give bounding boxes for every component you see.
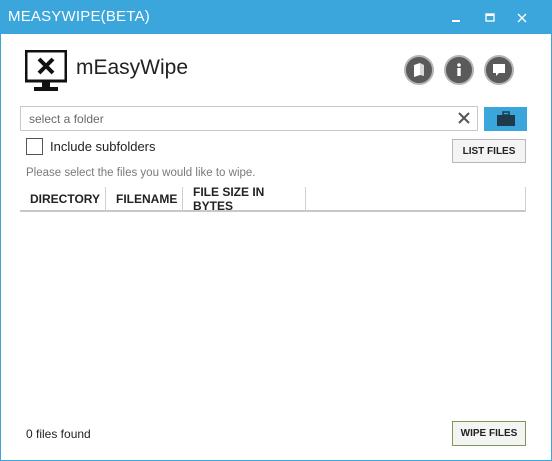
- folder-field[interactable]: [20, 106, 478, 131]
- column-header-file-size[interactable]: FILE SIZE IN BYTES: [183, 185, 306, 213]
- column-header-directory[interactable]: DIRECTORY: [20, 187, 106, 210]
- instruction-text: Please select the files you would like t…: [26, 167, 256, 179]
- feedback-button[interactable]: [484, 55, 514, 85]
- title-bar[interactable]: MEASYWIPE(BETA): [1, 1, 551, 34]
- files-found-status: 0 files found: [26, 427, 91, 441]
- help-book-button[interactable]: [404, 55, 434, 85]
- maximize-icon: [485, 13, 495, 22]
- table-border-right: [525, 187, 526, 212]
- list-files-button[interactable]: LIST FILES: [452, 139, 526, 163]
- minimize-button[interactable]: [443, 5, 469, 31]
- monitor-x-icon: [24, 49, 68, 92]
- wipe-files-button[interactable]: WIPE FILES: [452, 421, 526, 446]
- app-window: MEASYWIPE(BETA) mEasyWipe select a folde…: [0, 0, 552, 461]
- close-icon: [458, 112, 470, 124]
- info-button[interactable]: [444, 55, 474, 85]
- app-title: mEasyWipe: [76, 56, 189, 79]
- include-subfolders-checkbox[interactable]: [26, 138, 43, 155]
- briefcase-icon: [496, 111, 515, 126]
- file-table-header: DIRECTORY FILENAME FILE SIZE IN BYTES: [20, 185, 526, 213]
- file-table-body[interactable]: [20, 212, 526, 412]
- book-icon: [414, 63, 424, 77]
- info-icon: [457, 63, 461, 76]
- folder-input[interactable]: [21, 107, 449, 130]
- browse-folder-button[interactable]: [484, 107, 527, 131]
- column-header-filename[interactable]: FILENAME: [106, 187, 183, 210]
- clear-folder-button[interactable]: [456, 110, 472, 126]
- close-icon: [517, 13, 527, 23]
- minimize-icon: [452, 20, 460, 22]
- speech-bubble-icon: [493, 64, 505, 76]
- include-subfolders-label[interactable]: Include subfolders: [50, 139, 156, 154]
- close-window-button[interactable]: [509, 5, 535, 31]
- window-title: MEASYWIPE(BETA): [8, 8, 150, 25]
- maximize-button[interactable]: [477, 5, 503, 31]
